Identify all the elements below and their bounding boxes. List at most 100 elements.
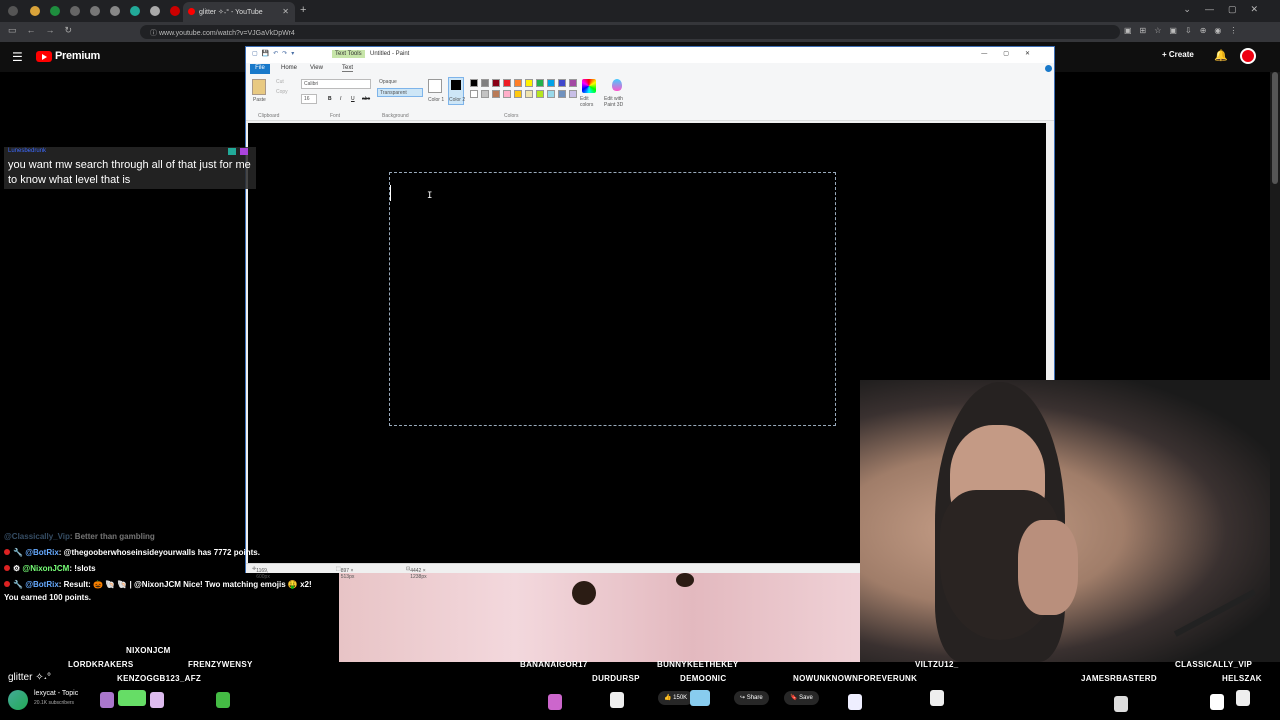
chat-line: @Classically_Vip: Better than gambling xyxy=(4,532,155,541)
palette-color-swatch[interactable] xyxy=(481,90,489,98)
copy-button[interactable]: Copy xyxy=(276,89,288,95)
font-family-select[interactable]: Calibri xyxy=(301,79,371,89)
nav-buttons[interactable]: ▭←→↻ xyxy=(8,25,82,36)
chat-user: @BotRix xyxy=(25,580,59,589)
palette-color-swatch[interactable] xyxy=(536,90,544,98)
tab-favicon[interactable] xyxy=(110,6,120,16)
live-dot-icon xyxy=(4,565,10,571)
palette-color-swatch[interactable] xyxy=(558,79,566,87)
text-selection-box[interactable] xyxy=(389,172,836,426)
thumbnail-eye-shape xyxy=(676,573,694,587)
close-tab-icon[interactable]: ✕ xyxy=(282,7,289,16)
chat-text: : Result: 🎃 🐚 🐚 | @NixonJCM Nice! Two ma… xyxy=(58,580,312,589)
edit-colors-button[interactable]: Edit colors xyxy=(580,96,600,108)
tab-view[interactable]: View xyxy=(310,65,323,71)
edit-with-paint3d-button[interactable]: Edit with Paint 3D xyxy=(604,96,634,108)
palette-color-swatch[interactable] xyxy=(525,79,533,87)
palette-color-swatch[interactable] xyxy=(514,79,522,87)
avatar-sprite-icon xyxy=(930,690,944,706)
palette-color-swatch[interactable] xyxy=(536,79,544,87)
chat-user: @NixonJCM xyxy=(22,564,70,573)
paint-title-bar: ▢💾↶↷▾ Text Tools Untitled - Paint —▢✕ xyxy=(246,47,1054,63)
tab-favicon[interactable] xyxy=(150,6,160,16)
site-info-icon[interactable]: ⓘ xyxy=(150,30,159,37)
tab-file[interactable]: File xyxy=(250,64,270,74)
palette-color-swatch[interactable] xyxy=(492,90,500,98)
bold-button[interactable]: B xyxy=(328,96,332,102)
paint-window-controls[interactable]: —▢✕ xyxy=(981,50,1046,57)
window-controls[interactable]: ⌄—▢✕ xyxy=(1183,4,1272,15)
browser-extension-icons[interactable]: ▣⊞☆▣⇩⊕◉⋮ xyxy=(1124,26,1245,35)
video-info-bar xyxy=(0,662,1280,720)
cut-button[interactable]: Cut xyxy=(276,79,284,85)
canvas-size-value: 4442 × 1238px xyxy=(410,568,427,580)
scrollbar-thumb[interactable] xyxy=(1272,72,1278,184)
avatar-sprite-icon xyxy=(610,692,624,708)
palette-color-swatch[interactable] xyxy=(503,79,511,87)
notifications-bell-icon[interactable]: 🔔 xyxy=(1214,49,1228,62)
palette-color-swatch[interactable] xyxy=(481,79,489,87)
tab-favicon[interactable] xyxy=(130,6,140,16)
paste-button[interactable]: Paste xyxy=(253,97,266,103)
tab-favicon[interactable] xyxy=(8,6,18,16)
channel-name[interactable]: lexycat - Topic xyxy=(34,690,78,697)
color1-swatch[interactable] xyxy=(428,79,442,93)
tab-favicon[interactable] xyxy=(170,6,180,16)
create-label: Create xyxy=(1168,50,1194,59)
youtube-premium-label[interactable]: Premium xyxy=(55,50,100,62)
tab-favicon[interactable] xyxy=(50,6,60,16)
help-icon[interactable] xyxy=(1045,65,1052,72)
palette-color-swatch[interactable] xyxy=(547,90,555,98)
stream-username: HELSZAK xyxy=(1222,674,1262,683)
tab-home[interactable]: Home xyxy=(281,65,297,71)
create-button[interactable]: + Create xyxy=(1162,50,1194,59)
save-button[interactable]: 🔖 Save xyxy=(784,691,819,705)
transparent-option[interactable]: Transparent xyxy=(377,88,423,97)
tab-favicon[interactable] xyxy=(70,6,80,16)
paint3d-icon[interactable] xyxy=(612,79,622,91)
hamburger-menu-icon[interactable]: ☰ xyxy=(12,50,23,64)
underline-button[interactable]: U xyxy=(351,96,355,102)
strikethrough-button[interactable]: abc xyxy=(362,96,370,102)
edit-colors-icon[interactable] xyxy=(582,79,596,93)
webcam-person-hand xyxy=(1018,520,1078,615)
palette-color-swatch[interactable] xyxy=(470,90,478,98)
channel-avatar[interactable] xyxy=(8,690,28,710)
palette-color-swatch[interactable] xyxy=(547,79,555,87)
palette-color-swatch[interactable] xyxy=(470,79,478,87)
avatar-sprite-icon xyxy=(1236,690,1250,706)
new-tab-button[interactable]: + xyxy=(300,4,306,16)
paste-icon[interactable] xyxy=(252,79,266,95)
url-field[interactable]: ⓘ www.youtube.com/watch?v=VJGaVkDpWr4 xyxy=(140,25,1120,39)
tab-favicon[interactable] xyxy=(30,6,40,16)
youtube-logo-icon[interactable] xyxy=(36,51,52,62)
avatar-sprite-icon xyxy=(1114,696,1128,712)
ibeam-cursor-icon: I xyxy=(427,191,433,201)
font-size-value: 16 xyxy=(304,96,310,102)
like-button[interactable]: 👍 150K xyxy=(658,691,694,705)
chat-user: @BotRix xyxy=(25,548,59,557)
palette-color-swatch[interactable] xyxy=(525,90,533,98)
opaque-option[interactable]: Opaque xyxy=(377,78,421,87)
share-button[interactable]: ↪ Share xyxy=(734,691,769,705)
avatar[interactable] xyxy=(1240,48,1256,64)
cursor-position: ✛ 1169, 600px xyxy=(252,566,270,580)
tab-favicon[interactable] xyxy=(90,6,100,16)
font-size-select[interactable]: 16 xyxy=(301,94,317,104)
tab-text[interactable]: Text xyxy=(342,65,354,72)
palette-color-swatch[interactable] xyxy=(558,90,566,98)
color1-label[interactable]: Color 1 xyxy=(428,97,444,103)
italic-button[interactable]: I xyxy=(340,96,341,102)
colors-group-label: Colors xyxy=(504,113,519,119)
transparent-label: Transparent xyxy=(380,90,407,96)
palette-color-swatch[interactable] xyxy=(514,90,522,98)
chat-line: 🔧 @BotRix: Result: 🎃 🐚 🐚 | @NixonJCM Nic… xyxy=(4,580,312,589)
canvas-size: ⊡ 4442 × 1238px xyxy=(406,566,427,580)
quick-access-toolbar[interactable]: ▢💾↶↷▾ xyxy=(252,50,298,57)
palette-color-swatch[interactable] xyxy=(492,79,500,87)
palette-color-swatch[interactable] xyxy=(503,90,511,98)
background-group-label: Background xyxy=(382,113,409,119)
palette-color-swatch[interactable] xyxy=(569,90,577,98)
active-tab[interactable]: glitter ✧˖° - YouTube ✕ xyxy=(183,2,295,22)
palette-color-swatch[interactable] xyxy=(569,79,577,87)
